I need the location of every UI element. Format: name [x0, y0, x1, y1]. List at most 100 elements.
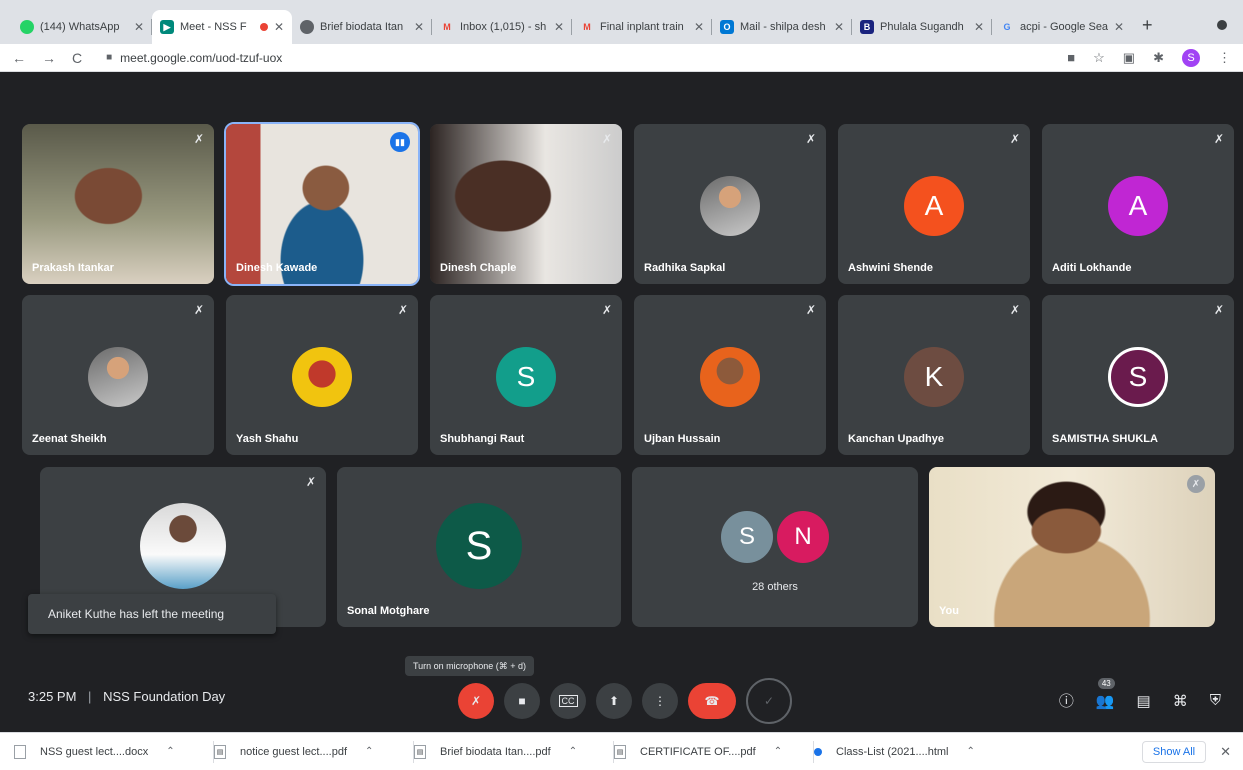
close-icon[interactable]: ✕ [414, 20, 424, 34]
menu-icon[interactable]: ⋮ [1218, 50, 1231, 66]
pdf-file-icon: ▤ [614, 744, 626, 759]
others-avatars: S N [721, 511, 829, 563]
control-bar: 3:25 PM | NSS Foundation Day ✗ ■ CC ⬆ ⋮ … [0, 672, 1243, 732]
html-file-icon [814, 747, 822, 756]
address-bar: ← → C ■ meet.google.com/uod-tzuf-uox ■ ☆… [0, 44, 1243, 72]
participant-tile[interactable]: K ✗ Kanchan Upadhye [838, 295, 1030, 455]
participant-tile[interactable]: ✗ Ujban Hussain [634, 295, 826, 455]
chevron-up-icon[interactable]: ⌃ [774, 746, 782, 757]
reload-icon[interactable]: C [72, 50, 82, 66]
browser-tab-bar: (144) WhatsApp ✕ ▶ Meet - NSS F ✕ Brief … [0, 0, 1243, 44]
tab-meet[interactable]: ▶ Meet - NSS F ✕ [152, 10, 292, 44]
tab-phulala[interactable]: B Phulala Sugandh ✕ [852, 10, 992, 44]
participant-tile[interactable]: ✗ Yash Shahu [226, 295, 418, 455]
participant-tile[interactable]: ✗ Dinesh Chaple [430, 124, 622, 284]
close-icon[interactable]: ✕ [1114, 20, 1124, 34]
host-controls-icon[interactable]: ⛨ [1210, 692, 1221, 709]
file-icon [14, 744, 26, 759]
participant-avatar: A [904, 176, 964, 236]
camera-toggle-button[interactable]: ■ [504, 683, 540, 719]
tab-inbox[interactable]: M Inbox (1,015) - sh ✕ [432, 10, 572, 44]
gmail-icon: M [443, 22, 451, 32]
mic-off-icon: ✗ [1009, 132, 1020, 146]
tab-search-icon[interactable] [1217, 20, 1227, 30]
participant-tile[interactable]: ▮▮ Dinesh Kawade [224, 122, 420, 286]
close-icon[interactable]: ✕ [974, 20, 984, 34]
close-icon[interactable]: ✕ [834, 20, 844, 34]
participant-avatar [88, 347, 148, 407]
participant-avatar: S [1108, 347, 1168, 407]
close-icon[interactable]: ✕ [554, 20, 564, 34]
whatsapp-icon [20, 20, 34, 34]
present-icon: ⬆ [608, 694, 620, 708]
check-button[interactable]: ✓ [746, 678, 792, 724]
camera-in-use-icon[interactable]: ■ [1067, 50, 1075, 65]
microphone-toggle-button[interactable]: ✗ [458, 683, 494, 719]
participant-tile[interactable]: A ✗ Aditi Lokhande [1042, 124, 1234, 284]
participant-tile[interactable]: S ✗ Shubhangi Raut [430, 295, 622, 455]
chevron-up-icon[interactable]: ⌃ [365, 746, 373, 757]
download-item[interactable]: ▤ Brief biodata Itan....pdf ⌃ [414, 740, 614, 763]
participant-avatar [700, 347, 760, 407]
camera-icon: ■ [518, 694, 526, 708]
participant-tile[interactable]: S ✗ SAMISTHA SHUKLA [1042, 295, 1234, 455]
participant-tile[interactable]: ✗ Prakash Itankar [22, 124, 214, 284]
meeting-info: 3:25 PM | NSS Foundation Day [28, 689, 226, 704]
star-icon[interactable]: ☆ [1093, 50, 1105, 66]
chevron-up-icon[interactable]: ⌃ [569, 746, 577, 757]
self-tile[interactable]: ✗ You [929, 467, 1215, 627]
close-icon[interactable]: ✕ [274, 20, 284, 34]
others-tile[interactable]: S N 28 others [632, 467, 918, 627]
chrome-icon [300, 20, 314, 34]
captions-icon: CC [558, 695, 578, 707]
participant-avatar [700, 176, 760, 236]
chevron-up-icon[interactable]: ⌃ [966, 746, 974, 757]
forward-icon[interactable]: → [42, 50, 56, 66]
new-tab-button[interactable]: + [1132, 15, 1165, 44]
mic-off-icon: ✗ [1187, 475, 1205, 493]
chevron-up-icon[interactable]: ⌃ [166, 746, 174, 757]
leave-call-button[interactable]: ☎ [688, 683, 736, 719]
puzzle-icon[interactable]: ✱ [1153, 50, 1164, 66]
mic-off-icon: ✗ [601, 303, 612, 317]
more-options-button[interactable]: ⋮ [642, 683, 678, 719]
activities-icon[interactable]: ⌘ [1173, 692, 1188, 710]
meeting-grid: ✗ Prakash Itankar ▮▮ Dinesh Kawade ✗ Din… [0, 72, 1243, 732]
download-item[interactable]: Class-List (2021....html ⌃ [814, 746, 1014, 758]
present-button[interactable]: ⬆ [596, 683, 632, 719]
mic-off-icon: ✗ [397, 303, 408, 317]
meet-icon: ▶ [160, 20, 174, 34]
outlook-icon: O [720, 20, 734, 34]
url-field[interactable]: ■ meet.google.com/uod-tzuf-uox [106, 51, 282, 65]
info-icon[interactable]: ⓘ [1059, 690, 1074, 711]
show-all-button[interactable]: Show All [1141, 740, 1207, 763]
tab-mail[interactable]: O Mail - shilpa desh ✕ [712, 10, 852, 44]
download-item[interactable]: NSS guest lect....docx ⌃ [14, 740, 214, 763]
extension-icon[interactable]: ▣ [1123, 50, 1135, 66]
close-icon[interactable]: ✕ [1220, 744, 1231, 760]
participant-tile[interactable]: A ✗ Ashwini Shende [838, 124, 1030, 284]
participant-tile[interactable]: ✗ Radhika Sapkal [634, 124, 826, 284]
close-icon[interactable]: ✕ [694, 20, 704, 34]
captions-button[interactable]: CC [550, 683, 586, 719]
more-vert-icon: ⋮ [654, 694, 666, 708]
people-button[interactable]: 43 👥 [1095, 677, 1115, 710]
download-item[interactable]: ▤ CERTIFICATE OF....pdf ⌃ [614, 740, 814, 763]
participant-avatar: A [1108, 176, 1168, 236]
tab-google-search[interactable]: G acpi - Google Sea ✕ [992, 10, 1132, 44]
tab-whatsapp[interactable]: (144) WhatsApp ✕ [12, 10, 152, 44]
people-icon: 👥 [1095, 692, 1115, 710]
participant-avatar [140, 503, 226, 589]
profile-avatar[interactable]: S [1182, 48, 1200, 67]
tab-final-inplant[interactable]: M Final inplant train ✕ [572, 10, 712, 44]
chat-icon[interactable]: ▤ [1137, 692, 1151, 710]
participant-tile[interactable]: S Sonal Motghare [337, 467, 621, 627]
download-item[interactable]: ▤ notice guest lect....pdf ⌃ [214, 740, 414, 763]
hang-up-icon: ☎ [704, 694, 720, 708]
participant-tile[interactable]: ✗ Zeenat Sheikh [22, 295, 214, 455]
others-count: 28 others [752, 581, 798, 593]
back-icon[interactable]: ← [12, 50, 26, 66]
close-icon[interactable]: ✕ [134, 20, 144, 34]
meeting-time: 3:25 PM [28, 689, 77, 704]
tab-brief-biodata[interactable]: Brief biodata Itan ✕ [292, 10, 432, 44]
